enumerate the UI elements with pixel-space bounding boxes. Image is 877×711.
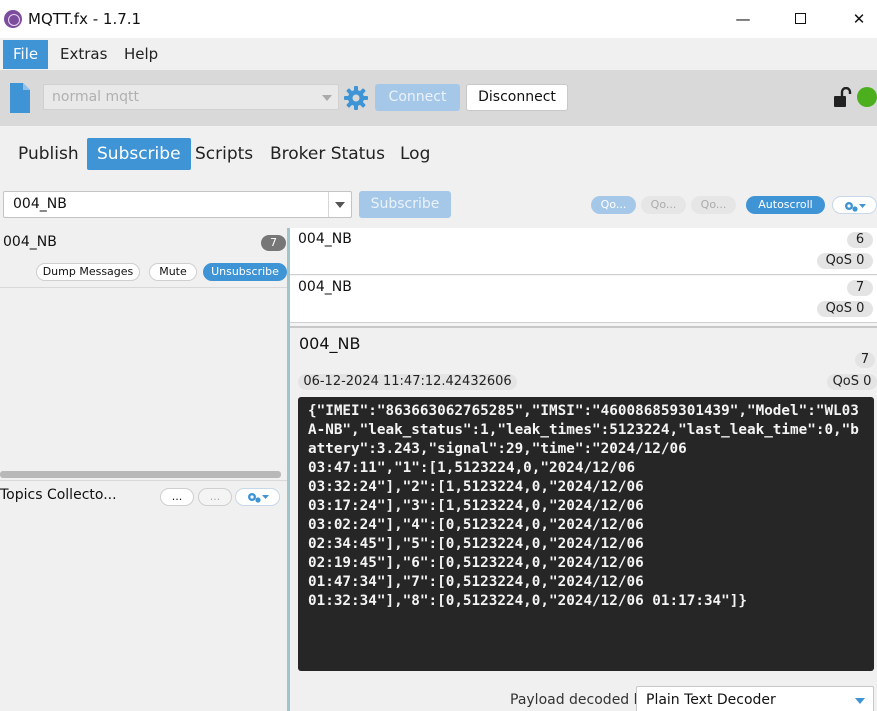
window-title: MQTT.fx - 1.7.1 [28, 10, 142, 28]
connection-bar: normal mqtt Connect Disconnect [0, 70, 877, 126]
chevron-down-icon [322, 95, 332, 101]
detail-qos-badge: QoS 0 [827, 374, 877, 390]
unlock-icon [834, 87, 852, 107]
unsubscribe-button[interactable]: Unsubscribe [203, 263, 287, 281]
detail-message-number: 7 [855, 352, 875, 368]
mqttfx-logo-icon [4, 10, 22, 28]
tab-broker-status[interactable]: Broker Status [260, 138, 395, 170]
message-topic: 004_NB [298, 279, 352, 295]
chevron-down-icon[interactable] [335, 202, 345, 208]
message-qos-badge: QoS 0 [817, 301, 873, 317]
message-number: 7 [847, 280, 873, 296]
message-item[interactable]: 004_NB 7 QoS 0 [290, 276, 877, 323]
detail-topic: 004_NB [299, 334, 361, 353]
topics-collector: Topics Collecto... ... ... [0, 480, 287, 512]
decoder-select[interactable]: Plain Text Decoder [636, 686, 874, 711]
combo-divider [328, 192, 329, 217]
decoder-label: Payload decoded by [510, 692, 651, 708]
connection-profile-value: normal mqtt [52, 89, 140, 105]
edit-profile-icon[interactable] [8, 83, 32, 113]
subscription-item[interactable]: 004_NB 7 Dump Messages Mute Unsubscribe [0, 228, 287, 288]
topic-input[interactable]: 004_NB [3, 191, 352, 218]
disconnect-button[interactable]: Disconnect [466, 84, 568, 111]
detail-timestamp: 06-12-2024 11:47:12.42432606 [298, 374, 517, 390]
mute-button[interactable]: Mute [149, 263, 197, 281]
minimize-button[interactable]: — [729, 8, 757, 30]
message-number: 6 [847, 232, 873, 248]
menu-file[interactable]: File [3, 40, 49, 69]
message-count-badge: 7 [261, 235, 286, 251]
close-button[interactable]: ✕ [845, 8, 873, 30]
decoder-value: Plain Text Decoder [646, 692, 776, 708]
horizontal-scrollbar[interactable] [0, 471, 281, 478]
payload-text[interactable]: {"IMEI":"863663062765285","IMSI":"460086… [298, 397, 874, 671]
connection-status-indicator [857, 87, 877, 107]
menu-bar: File Extras Help [0, 38, 877, 70]
tab-bar: Publish Subscribe Scripts Broker Status … [0, 126, 877, 184]
dump-messages-button[interactable]: Dump Messages [36, 263, 140, 281]
subscribe-toolbar: 004_NB Subscribe Qo... Qo... Qo... Autos… [0, 184, 877, 228]
maximize-icon [794, 13, 806, 24]
tab-log[interactable]: Log [390, 138, 440, 170]
connect-button[interactable]: Connect [375, 84, 460, 111]
menu-extras[interactable]: Extras [50, 40, 117, 69]
autoscroll-toggle[interactable]: Autoscroll [746, 196, 825, 214]
qos2-toggle[interactable]: Qo... [691, 196, 736, 214]
subscribe-button[interactable]: Subscribe [359, 191, 451, 218]
title-bar: MQTT.fx - 1.7.1 — ✕ [0, 0, 877, 38]
tab-scripts[interactable]: Scripts [185, 138, 263, 170]
collector-options-button[interactable] [235, 488, 280, 506]
message-detail: 004_NB 7 06-12-2024 11:47:12.42432606 Qo… [290, 326, 877, 711]
topic-input-value: 004_NB [13, 196, 67, 212]
qos0-toggle[interactable]: Qo... [591, 196, 636, 214]
qos1-toggle[interactable]: Qo... [641, 196, 686, 214]
subscription-topic: 004_NB [3, 234, 57, 250]
tab-publish[interactable]: Publish [8, 138, 89, 170]
message-list: 004_NB 6 QoS 0 004_NB 7 QoS 0 [290, 228, 877, 326]
connection-profile-select[interactable]: normal mqtt [43, 84, 339, 110]
message-qos-badge: QoS 0 [817, 253, 873, 269]
collector-scan-button[interactable]: ... [160, 488, 194, 506]
message-topic: 004_NB [298, 231, 352, 247]
subscriptions-pane: 004_NB 7 Dump Messages Mute Unsubscribe … [0, 228, 287, 711]
collector-stop-button[interactable]: ... [198, 488, 232, 506]
chevron-down-icon [855, 698, 865, 704]
options-menu-button[interactable] [832, 196, 877, 214]
gear-icon[interactable] [343, 85, 369, 111]
maximize-button[interactable] [786, 8, 814, 30]
message-item[interactable]: 004_NB 6 QoS 0 [290, 228, 877, 275]
gear-dropdown-icon [844, 202, 866, 212]
tab-subscribe[interactable]: Subscribe [87, 138, 191, 170]
topics-collector-label: Topics Collecto... [0, 487, 117, 503]
gear-dropdown-icon [247, 493, 269, 503]
menu-help[interactable]: Help [114, 40, 168, 69]
